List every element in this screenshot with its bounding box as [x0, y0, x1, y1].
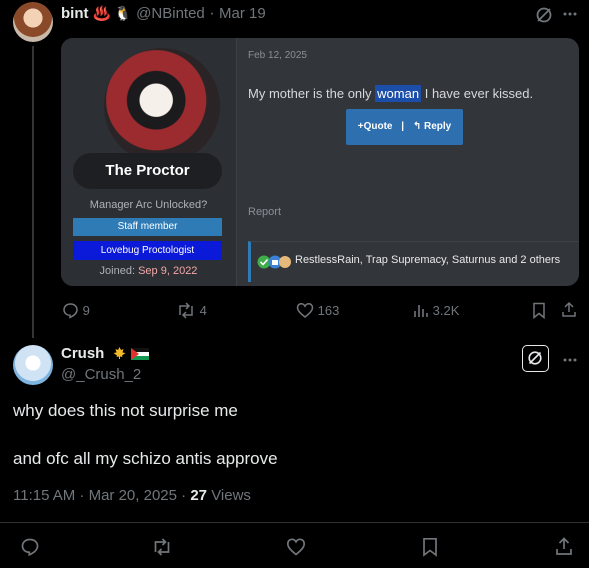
- author-handle[interactable]: @NBinted: [136, 5, 205, 22]
- joined-info: Joined: Sep 9, 2022: [61, 265, 236, 277]
- lovebug-banner: Lovebug Proctologist: [73, 241, 222, 260]
- repost-button[interactable]: 4: [176, 302, 207, 319]
- forum-user-title: Manager Arc Unlocked?: [89, 199, 208, 211]
- popup-divider: |: [401, 121, 405, 132]
- thread-line: [32, 46, 34, 338]
- repost-icon[interactable]: [151, 537, 173, 557]
- post-text-line-2: and ofc all my schizo antis approve: [13, 449, 278, 468]
- reply-icon: [63, 303, 78, 319]
- staff-banner: Staff member: [73, 218, 222, 236]
- views-label: Views: [211, 487, 251, 504]
- post-header: bint ♨️ 🐧 @NBinted · Mar 19: [61, 5, 266, 23]
- post-date[interactable]: Mar 19: [219, 5, 266, 22]
- message-before: My mother is the only: [248, 86, 372, 101]
- forum-message: My mother is the only woman I have ever …: [248, 85, 534, 102]
- like-count: 163: [317, 303, 340, 318]
- reply-count: 9: [82, 303, 90, 318]
- heart-icon[interactable]: [286, 537, 306, 557]
- grok-icon: [528, 351, 542, 365]
- forum-post-date: Feb 12, 2025: [248, 50, 307, 61]
- palestine-flag-icon: [131, 347, 150, 365]
- post-header: Crush: [61, 345, 150, 365]
- report-link: Report: [248, 206, 282, 218]
- share-icon[interactable]: [555, 536, 573, 556]
- heart-icon: [296, 303, 314, 318]
- author-handle[interactable]: @_Crush_2: [61, 366, 141, 383]
- views-count: 27: [190, 487, 208, 504]
- like-button[interactable]: 163: [296, 302, 339, 319]
- grok-icon[interactable]: [535, 6, 553, 24]
- share-icon[interactable]: [561, 301, 577, 318]
- quote-label: +Quote: [357, 121, 393, 132]
- joined-date: Sep 9, 2022: [138, 265, 198, 277]
- embedded-image[interactable]: The Proctor Manager Arc Unlocked? Staff …: [61, 38, 579, 286]
- reply-button[interactable]: 9: [62, 302, 90, 319]
- more-icon[interactable]: [562, 352, 578, 368]
- reactions-bar: RestlessRain, Trap Supremacy, Saturnus a…: [248, 241, 579, 282]
- forum-username: The Proctor: [73, 153, 222, 189]
- post-metadata: 11:15 AM · Mar 20, 2025 · 27 Views: [13, 487, 251, 504]
- avatar[interactable]: [13, 2, 53, 42]
- views-count: 3.2K: [432, 303, 460, 318]
- divider: [0, 522, 589, 523]
- grok-button[interactable]: [522, 345, 549, 372]
- author-name[interactable]: bint: [61, 5, 89, 22]
- quote-reply-popup: +Quote | ↰ Reply: [346, 109, 463, 145]
- reply-icon[interactable]: [20, 537, 40, 557]
- maple-leaf-icon: [112, 346, 127, 365]
- repost-icon: [179, 302, 193, 319]
- reactions-text: RestlessRain, Trap Supremacy, Saturnus a…: [295, 254, 561, 266]
- more-icon[interactable]: [562, 6, 578, 22]
- views-icon: [414, 305, 428, 317]
- author-name[interactable]: Crush: [61, 345, 104, 362]
- reply-label: ↰ Reply: [412, 121, 452, 132]
- author-emoji: ♨️ 🐧: [92, 5, 132, 21]
- bookmark-icon[interactable]: [532, 302, 546, 319]
- forum-avatar: [104, 48, 220, 164]
- repost-count: 4: [199, 303, 207, 318]
- message-after: I have ever kissed.: [424, 86, 534, 101]
- joined-label: Joined:: [99, 265, 136, 277]
- post-timestamp[interactable]: 11:15 AM · Mar 20, 2025 ·: [13, 487, 186, 504]
- message-highlight: woman: [375, 85, 422, 102]
- dot-separator: ·: [209, 5, 215, 22]
- reaction-icons: [257, 255, 291, 269]
- views-button[interactable]: 3.2K: [413, 302, 459, 319]
- avatar[interactable]: [13, 345, 53, 385]
- panel-divider: [236, 38, 237, 286]
- post-text-line-1: why does this not surprise me: [13, 401, 238, 420]
- bookmark-icon[interactable]: [422, 537, 438, 557]
